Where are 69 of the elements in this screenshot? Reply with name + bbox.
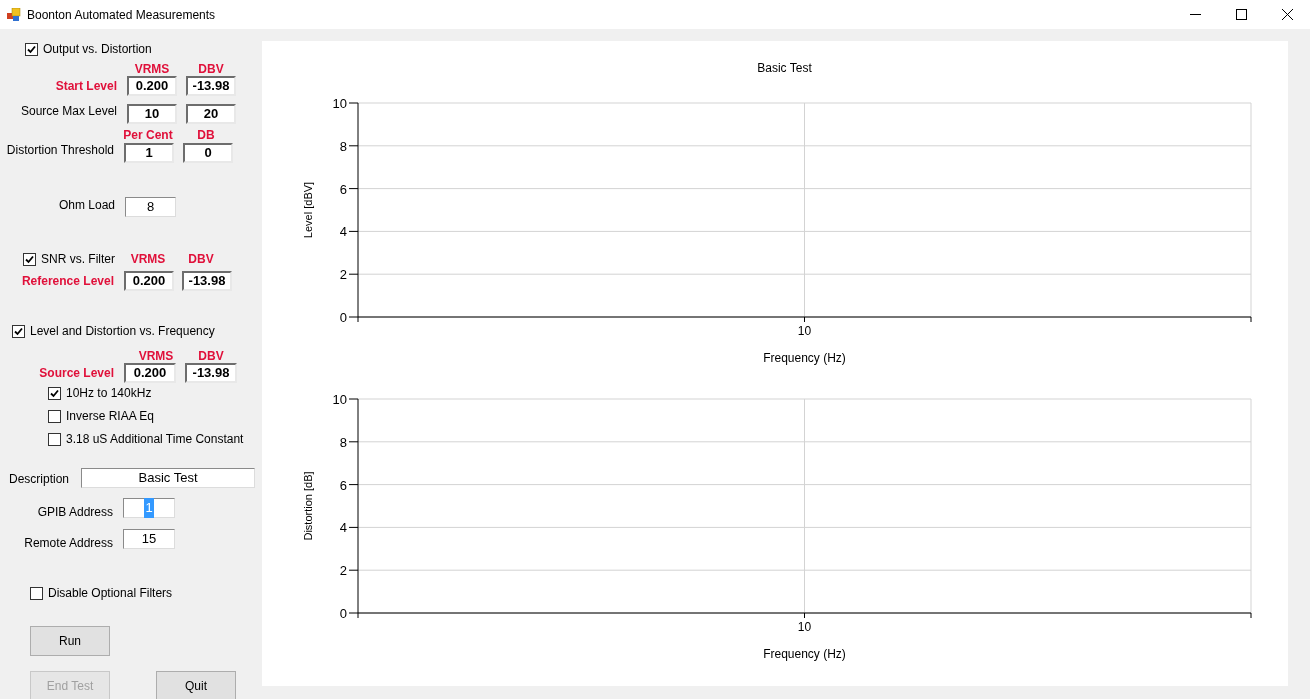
unit-label: DBV bbox=[197, 61, 225, 78]
checkbox[interactable] bbox=[48, 432, 61, 446]
checkbox[interactable] bbox=[12, 324, 25, 338]
action-button[interactable]: Run bbox=[30, 626, 110, 656]
x-axis-title: Frequency (Hz) bbox=[763, 351, 846, 365]
x-axis-title: Frequency (Hz) bbox=[763, 647, 846, 661]
input-field[interactable]: 0.200 bbox=[127, 76, 177, 96]
close-icon bbox=[1281, 9, 1293, 20]
input-field[interactable]: 0 bbox=[183, 143, 233, 163]
input-field[interactable]: 0.200 bbox=[124, 363, 176, 383]
checkbox[interactable] bbox=[48, 409, 61, 423]
checkbox-label: 3.18 uS Additional Time Constant bbox=[66, 431, 244, 448]
field-label: Distortion Threshold bbox=[5, 142, 114, 159]
tick-label: 6 bbox=[339, 181, 347, 197]
tick-label: 0 bbox=[339, 606, 347, 621]
tick-label: 2 bbox=[339, 563, 347, 579]
tick-label: 6 bbox=[339, 477, 347, 493]
input-field[interactable]: -13.98 bbox=[186, 76, 236, 96]
unit-label: VRMS bbox=[133, 61, 171, 78]
y-axis-title: Level [dBV] bbox=[302, 181, 314, 239]
action-button[interactable]: Quit bbox=[156, 671, 236, 699]
checkbox-label: Output vs. Distortion bbox=[43, 41, 152, 58]
window-title: Boonton Automated Measurements bbox=[27, 6, 216, 24]
input-field[interactable]: 15 bbox=[123, 529, 175, 549]
tick-label: 2 bbox=[339, 267, 347, 283]
unit-label: DBV bbox=[187, 251, 215, 268]
maximize-icon bbox=[1235, 9, 1247, 20]
checkbox-label: 10Hz to 140kHz bbox=[66, 385, 152, 402]
input-field[interactable]: 0.200 bbox=[124, 271, 174, 291]
checkbox[interactable] bbox=[25, 42, 38, 56]
checkbox-label: Inverse RIAA Eq bbox=[66, 408, 155, 425]
unit-label: VRMS bbox=[137, 348, 175, 365]
input-field[interactable]: -13.98 bbox=[182, 271, 232, 291]
field-label: Source Max Level bbox=[19, 103, 117, 120]
checkbox[interactable] bbox=[48, 386, 61, 400]
input-field[interactable]: 1 bbox=[124, 143, 174, 163]
tick-label: 10 bbox=[332, 392, 347, 407]
input-field[interactable]: -13.98 bbox=[185, 363, 237, 383]
tick-label: 8 bbox=[339, 434, 347, 450]
tick-label: 8 bbox=[339, 138, 347, 154]
checkbox-label: Disable Optional Filters bbox=[48, 585, 173, 602]
checkbox-label: Level and Distortion vs. Frequency bbox=[30, 323, 215, 340]
unit-label: VRMS bbox=[129, 251, 167, 268]
field-label: Reference Level bbox=[20, 273, 114, 290]
app-icon bbox=[7, 7, 21, 22]
unit-label: DBV bbox=[197, 348, 225, 365]
field-label: Description bbox=[8, 471, 71, 488]
field-label: Ohm Load bbox=[57, 197, 115, 214]
y-axis-title: Distortion [dB] bbox=[302, 471, 314, 541]
field-label: Source Level bbox=[38, 365, 114, 382]
unit-label: DB bbox=[196, 127, 216, 144]
input-field[interactable]: 20 bbox=[186, 104, 236, 124]
tick-label: 10 bbox=[797, 324, 812, 338]
input-field[interactable]: 8 bbox=[125, 197, 176, 217]
checkbox[interactable] bbox=[30, 586, 43, 600]
tick-label: 0 bbox=[339, 310, 347, 325]
tick-label: 10 bbox=[797, 620, 812, 634]
field-label: GPIB Address bbox=[36, 504, 113, 521]
field-label: Remote Address bbox=[23, 535, 113, 552]
tick-label: 10 bbox=[332, 96, 347, 111]
tick-label: 4 bbox=[339, 224, 347, 240]
unit-label: Per Cent bbox=[122, 127, 174, 144]
chart-title: Basic Test bbox=[757, 61, 812, 75]
input-field[interactable]: Basic Test bbox=[81, 468, 255, 488]
checkbox-label: SNR vs. Filter bbox=[41, 251, 115, 268]
input-field[interactable]: 10 bbox=[127, 104, 177, 124]
checkbox[interactable] bbox=[23, 252, 36, 266]
tick-label: 4 bbox=[339, 520, 347, 536]
field-label: Start Level bbox=[54, 78, 117, 95]
